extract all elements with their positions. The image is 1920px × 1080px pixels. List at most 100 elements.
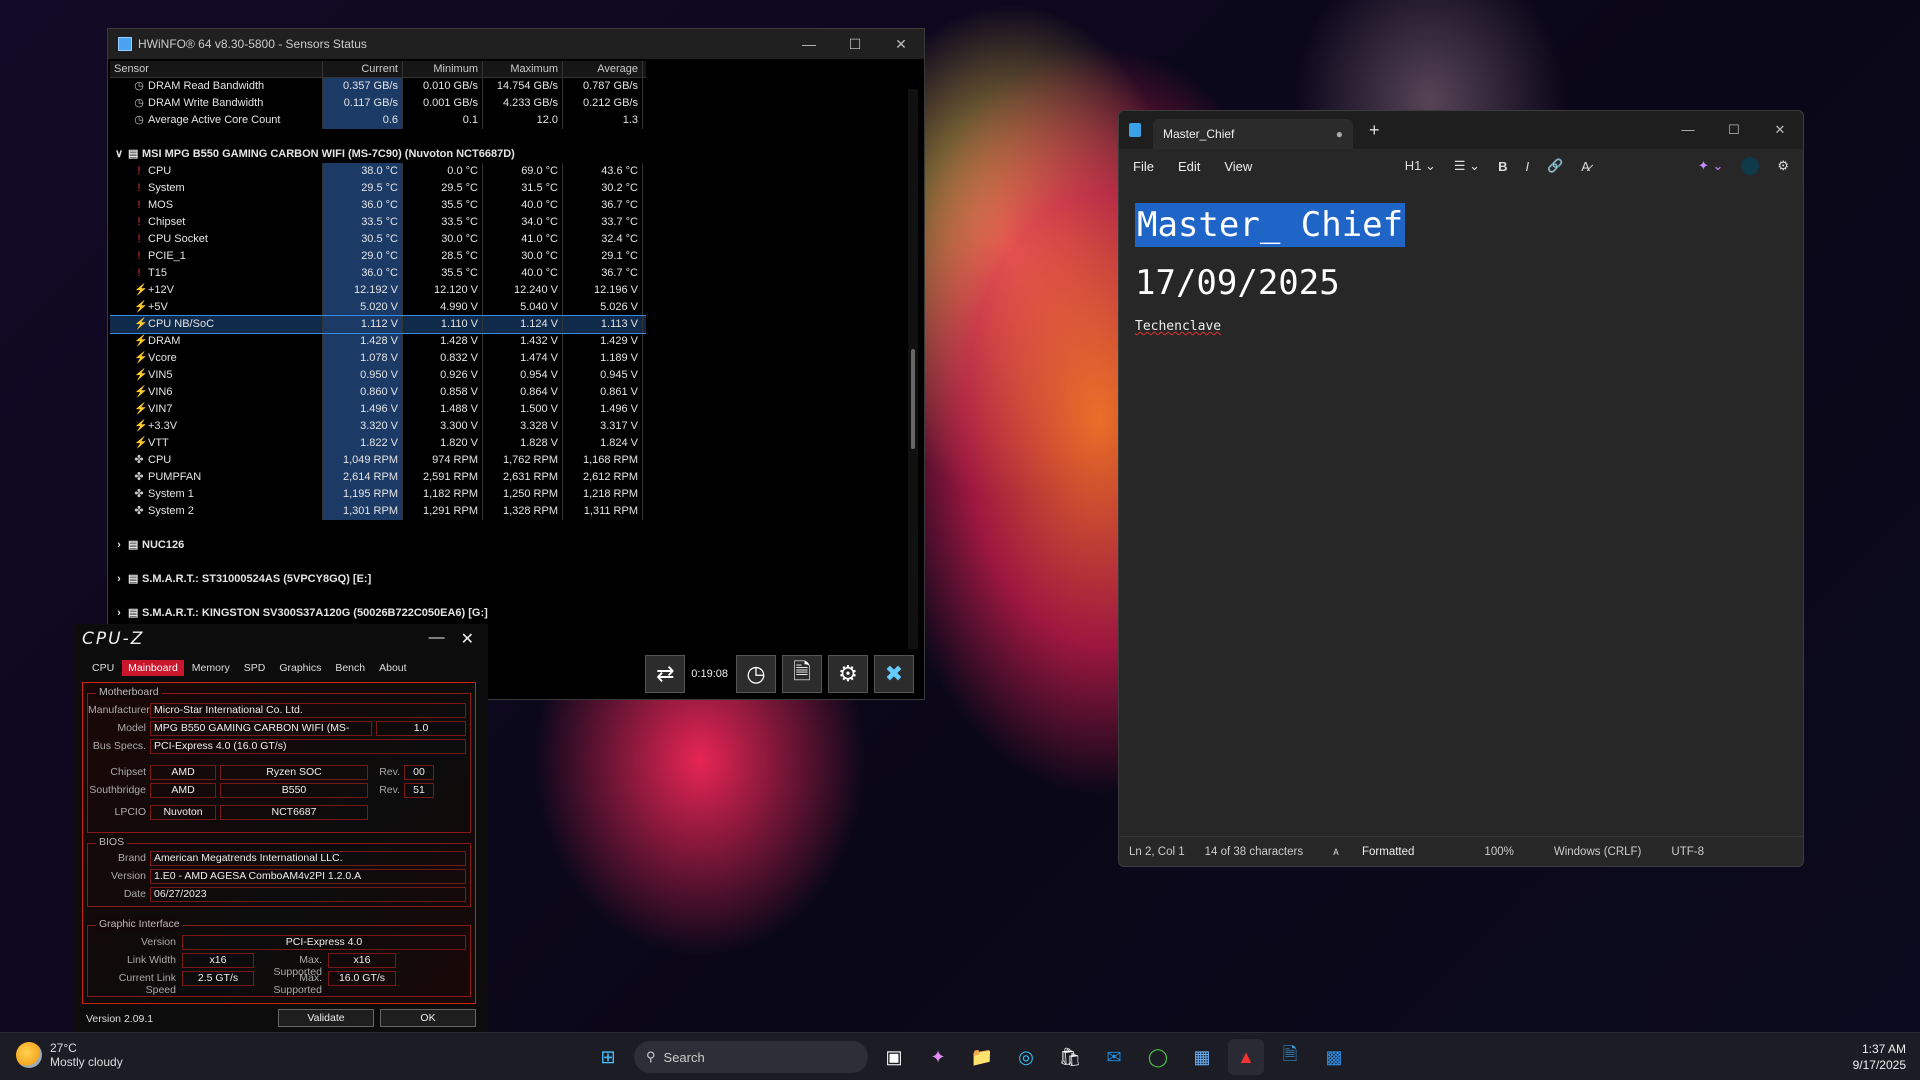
sensor-group-row[interactable]: › ▤ S.M.A.R.T.: ST31000524AS (5VPCY8GQ) [E… [110,571,646,588]
minimize-icon[interactable]: — [1665,122,1711,138]
file-explorer-icon[interactable]: 📁 [964,1039,1000,1075]
maximize-icon[interactable]: ☐ [1711,122,1757,138]
line-ending[interactable]: Windows (CRLF) [1544,846,1652,858]
account-avatar[interactable] [1741,157,1760,175]
microsoft-store-icon[interactable]: 🛍 [1052,1039,1088,1075]
unsaved-dot-icon[interactable]: ● [1336,127,1343,141]
maximize-icon[interactable]: ☐ [832,36,878,53]
weather-widget[interactable]: 27°C Mostly cloudy [16,1041,123,1069]
sensor-row[interactable]: ✤ PUMPFAN 2,614 RPM 2,591 RPM 2,631 RPM 2,612… [110,469,646,486]
chevron-right-icon[interactable]: › [114,605,124,622]
sensor-row[interactable]: ⚡+12V 12.192 V 12.120 V 12.240 V 12.196 V [110,282,646,299]
tab-bench[interactable]: Bench [329,660,371,676]
sensor-row[interactable]: ⚡CPU NB/SoC 1.112 V 1.110 V 1.124 V 1.113 V [110,315,646,334]
notepad-taskbar-icon[interactable]: 🗎 [1272,1039,1308,1075]
tab-spd[interactable]: SPD [238,660,272,676]
sensor-row[interactable]: ◷ DRAM Write Bandwidth 0.117 GB/s 0.001 GB/… [110,95,646,112]
task-view-icon[interactable]: ▣ [876,1039,912,1075]
zoom-level[interactable]: 100% [1474,846,1523,858]
sensor-row[interactable]: ⚡VIN5 0.950 V 0.926 V 0.954 V 0.945 V [110,367,646,384]
copilot-icon[interactable]: ✦ ⌄ [1698,158,1723,174]
chevron-down-icon[interactable]: ∨ [114,146,124,163]
hwinfo-scrollbar[interactable] [908,89,918,649]
search-box[interactable]: ⚲ Search [634,1041,868,1073]
chevron-right-icon[interactable]: › [114,571,124,588]
start-windows-icon[interactable]: ⊞ [590,1039,626,1075]
menu-file[interactable]: File [1133,159,1154,174]
outlook-icon[interactable]: ✉ [1096,1039,1132,1075]
notepad-titlebar[interactable]: Master_Chief ● + — ☐ ✕ [1119,111,1803,149]
column-header-minimum[interactable]: Minimum [403,61,483,77]
close-sensors-icon[interactable]: ✖ [874,655,914,693]
column-header-average[interactable]: Average [563,61,643,77]
validate-button[interactable]: Validate [278,1009,374,1027]
bold-icon[interactable]: B [1498,159,1507,174]
new-tab-plus-icon[interactable]: + [1369,120,1380,141]
document-date[interactable]: 17/09/2025 [1135,263,1787,303]
report-icon[interactable]: 🗎 [782,655,822,693]
document-text[interactable]: Techenclave [1135,319,1787,334]
minimize-icon[interactable]: — [786,36,832,53]
sensor-row[interactable]: ✤ System 1 1,195 RPM 1,182 RPM 1,250 RPM 1,21… [110,486,646,503]
tab-cpu[interactable]: CPU [86,660,120,676]
heading-dropdown[interactable]: H1 ⌄ [1405,158,1436,174]
sensor-group-row[interactable]: ∨ ▤ MSI MPG B550 GAMING CARBON WIFI (MS-7C… [110,146,646,163]
sensor-row[interactable]: ! T15 36.0 °C 35.5 °C 40.0 °C 36.7 °C [110,265,646,282]
sensor-row[interactable]: ! MOS 36.0 °C 35.5 °C 40.0 °C 36.7 °C [110,197,646,214]
sensor-row[interactable]: ⚡VIN6 0.860 V 0.858 V 0.864 V 0.861 V [110,384,646,401]
settings-gear-icon[interactable]: ⚙ [1777,158,1789,174]
sensor-row[interactable]: ⚡VTT 1.822 V 1.820 V 1.828 V 1.824 V [110,435,646,452]
sensor-row[interactable]: ! CPU Socket 30.5 °C 30.0 °C 41.0 °C 32.4 °C [110,231,646,248]
clear-format-icon[interactable]: A̷ [1581,159,1590,174]
tab-graphics[interactable]: Graphics [273,660,327,676]
edge-browser-icon[interactable]: ◎ [1008,1039,1044,1075]
scrollbar-thumb[interactable] [911,349,915,449]
copilot-icon[interactable]: ✦ [920,1039,956,1075]
sensor-row[interactable]: ✤ CPU 1,049 RPM 974 RPM 1,762 RPM 1,168 RPM [110,452,646,469]
monitor-app-icon[interactable]: ▩ [1316,1039,1352,1075]
close-icon[interactable]: ✕ [878,36,924,53]
xbox-icon[interactable]: ◯ [1140,1039,1176,1075]
sensor-row[interactable]: ! Chipset 33.5 °C 33.5 °C 34.0 °C 33.7 °C [110,214,646,231]
tab-about[interactable]: About [373,660,412,676]
list-icon[interactable]: ☰ ⌄ [1454,158,1480,174]
column-header-current[interactable]: Current [323,61,403,77]
menu-edit[interactable]: Edit [1178,159,1200,174]
hwinfo-titlebar[interactable]: HWiNFO® 64 v8.30-5800 - Sensors Status —… [108,29,924,59]
sensor-row[interactable]: ⚡DRAM 1.428 V 1.428 V 1.432 V 1.429 V [110,333,646,350]
menu-view[interactable]: View [1224,159,1252,174]
format-mode[interactable]: ᴀ Formatted [1313,846,1434,858]
sensor-row[interactable]: ! PCIE_1 29.0 °C 28.5 °C 30.0 °C 29.1 °C [110,248,646,265]
sensor-row[interactable]: ! CPU 38.0 °C 0.0 °C 69.0 °C 43.6 °C [110,163,646,180]
settings-gear-icon[interactable]: ⚙ [828,655,868,693]
sensor-row[interactable]: ⚡Vcore 1.078 V 0.832 V 1.474 V 1.189 V [110,350,646,367]
cpuz-taskbar-icon[interactable]: ▲ [1228,1039,1264,1075]
tab-memory[interactable]: Memory [186,660,236,676]
italic-icon[interactable]: I [1525,159,1529,174]
close-icon[interactable]: ✕ [1757,122,1803,138]
hwinfo-taskbar-icon[interactable]: ▦ [1184,1039,1220,1075]
sensor-row[interactable]: ⚡+3.3V 3.320 V 3.300 V 3.328 V 3.317 V [110,418,646,435]
tab-mainboard[interactable]: Mainboard [122,660,184,676]
network-icon[interactable]: ⇄ [645,655,686,693]
sensor-row[interactable]: ◷ Average Active Core Count 0.6 0.1 12.0 1.3 [110,112,646,129]
close-icon[interactable]: ✕ [461,629,474,649]
sensor-row[interactable]: ◷ DRAM Read Bandwidth 0.357 GB/s 0.010 GB/s… [110,78,646,95]
ok-button[interactable]: OK [380,1009,476,1027]
encoding[interactable]: UTF-8 [1661,846,1714,858]
sensor-group-row[interactable]: › ▤ NUC126 [110,537,646,554]
column-header-sensor[interactable]: Sensor [110,61,323,77]
column-header-maximum[interactable]: Maximum [483,61,563,77]
sensor-row[interactable]: ⚡+5V 5.020 V 4.990 V 5.040 V 5.026 V [110,299,646,316]
cpuz-titlebar[interactable]: CPU-Z — ✕ [74,624,488,654]
sensor-row[interactable]: ✤ System 2 1,301 RPM 1,291 RPM 1,328 RPM 1,31… [110,503,646,520]
document-heading[interactable]: Master_ Chief [1135,203,1406,247]
chevron-right-icon[interactable]: › [114,537,124,554]
sensor-table[interactable]: Sensor Current Minimum Maximum Average ◷… [110,61,646,661]
notepad-editor[interactable]: Master_ Chief 17/09/2025 Techenclave [1135,203,1787,334]
minimize-icon[interactable]: — [429,629,445,649]
sensor-row[interactable]: ⚡VIN7 1.496 V 1.488 V 1.500 V 1.496 V [110,401,646,418]
notepad-tab[interactable]: Master_Chief ● [1153,119,1353,149]
link-icon[interactable]: 🔗 [1547,158,1563,174]
system-clock[interactable]: 1:37 AM 9/17/2025 [1853,1041,1906,1073]
